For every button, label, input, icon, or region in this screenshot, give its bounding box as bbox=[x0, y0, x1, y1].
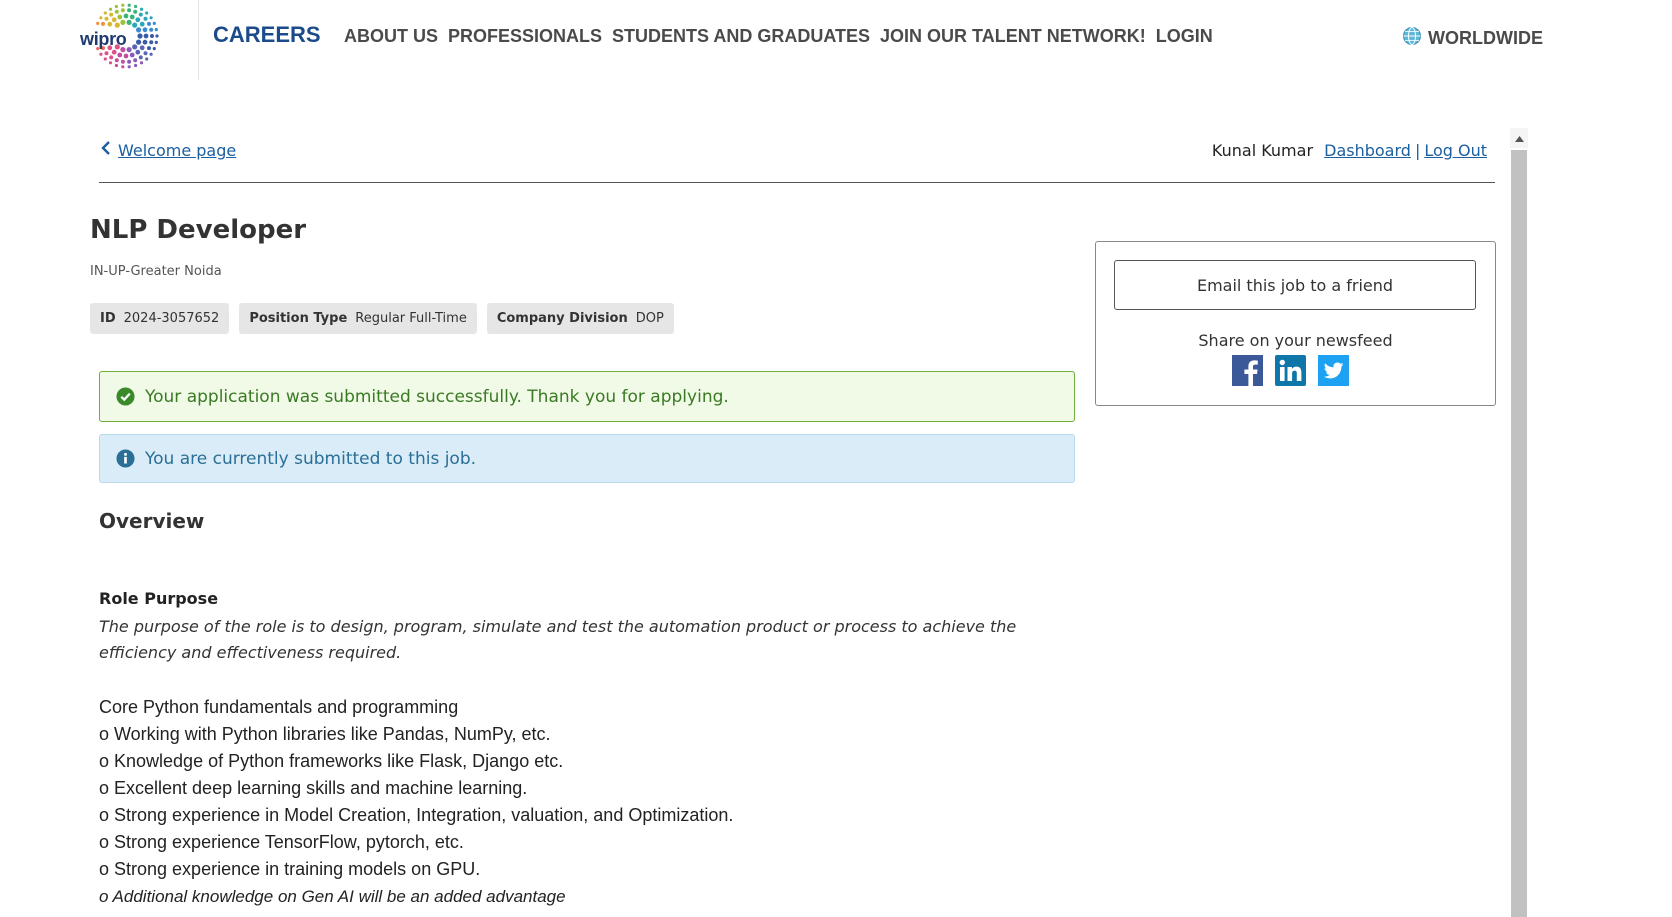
list-item: Core Python fundamentals and programming bbox=[99, 697, 459, 717]
list-item: o Working with Python libraries like Pan… bbox=[99, 724, 551, 744]
back-to-welcome-link[interactable]: Welcome page bbox=[100, 140, 236, 161]
nav-join-talent-network[interactable]: JOIN OUR TALENT NETWORK! bbox=[880, 26, 1146, 47]
region-label: WORLDWIDE bbox=[1428, 28, 1543, 48]
list-item: o Excellent deep learning skills and mac… bbox=[99, 778, 528, 798]
page-scrollbar[interactable] bbox=[1510, 128, 1528, 917]
tag-value: DOP bbox=[635, 311, 664, 326]
linkedin-icon[interactable] bbox=[1275, 355, 1306, 386]
tag-value: 2024-3057652 bbox=[123, 311, 220, 326]
twitter-icon[interactable] bbox=[1318, 355, 1349, 386]
share-panel: Email this job to a friend Share on your… bbox=[1095, 241, 1496, 406]
role-purpose-heading: Role Purpose bbox=[99, 589, 219, 608]
list-item: o Strong experience TensorFlow, pytorch,… bbox=[99, 832, 464, 852]
header-divider bbox=[198, 0, 199, 80]
requirements-list: Core Python fundamentals and programming… bbox=[99, 694, 733, 910]
header-rule bbox=[99, 182, 1495, 183]
info-alert: You are currently submitted to this job. bbox=[99, 434, 1075, 483]
back-link-label: Welcome page bbox=[118, 141, 237, 160]
region-selector[interactable]: WORLDWIDE bbox=[1402, 26, 1543, 51]
logout-link[interactable]: Log Out bbox=[1424, 141, 1487, 160]
nav-login[interactable]: LOGIN bbox=[1156, 26, 1213, 47]
site-header: wipro CAREERS ABOUT US PROFESSIONALS STU… bbox=[0, 0, 1672, 80]
tag-label: Position Type bbox=[249, 311, 348, 326]
triangle-up-icon bbox=[1514, 129, 1524, 147]
success-message: Your application was submitted successfu… bbox=[145, 386, 729, 407]
main-nav: ABOUT US PROFESSIONALS STUDENTS AND GRAD… bbox=[344, 26, 1213, 47]
facebook-icon[interactable] bbox=[1232, 355, 1263, 386]
user-name: Kunal Kumar bbox=[1211, 141, 1314, 160]
list-item: o Strong experience in training models o… bbox=[99, 859, 481, 879]
chevron-left-icon bbox=[100, 140, 112, 161]
tag-company-division: Company Division DOP bbox=[486, 303, 674, 334]
check-circle-icon bbox=[116, 387, 135, 406]
careers-title[interactable]: CAREERS bbox=[213, 22, 321, 48]
job-title: NLP Developer bbox=[90, 215, 307, 245]
job-tags: ID 2024-3057652 Position Type Regular Full… bbox=[90, 303, 674, 334]
tag-id: ID 2024-3057652 bbox=[90, 303, 230, 334]
tag-label: ID bbox=[100, 311, 116, 326]
logo-text: wipro bbox=[80, 29, 127, 49]
share-label: Share on your newsfeed bbox=[1198, 331, 1393, 350]
dashboard-link[interactable]: Dashboard bbox=[1324, 141, 1411, 160]
tag-position-type: Position Type Regular Full-Time bbox=[239, 303, 477, 334]
tag-value: Regular Full-Time bbox=[355, 311, 467, 326]
link-separator: | bbox=[1414, 141, 1421, 160]
list-item: o Additional knowledge on Gen AI will be… bbox=[99, 887, 566, 906]
scroll-up-button[interactable] bbox=[1510, 128, 1528, 148]
globe-icon bbox=[1402, 26, 1422, 51]
info-circle-icon bbox=[116, 449, 135, 468]
social-share-buttons bbox=[1232, 355, 1349, 386]
overview-heading: Overview bbox=[99, 509, 205, 533]
nav-about-us[interactable]: ABOUT US bbox=[344, 26, 438, 47]
success-alert: Your application was submitted successfu… bbox=[99, 371, 1075, 422]
scroll-thumb[interactable] bbox=[1511, 150, 1527, 917]
user-bar: Kunal Kumar Dashboard | Log Out bbox=[1212, 141, 1487, 160]
list-item: o Strong experience in Model Creation, I… bbox=[99, 805, 734, 825]
info-message: You are currently submitted to this job. bbox=[145, 448, 477, 469]
role-purpose-text: The purpose of the role is to design, pr… bbox=[99, 617, 1017, 662]
tag-label: Company Division bbox=[496, 311, 628, 326]
email-job-button[interactable]: Email this job to a friend bbox=[1114, 260, 1476, 310]
nav-students-and-graduates[interactable]: STUDENTS AND GRADUATES bbox=[612, 26, 870, 47]
list-item: o Knowledge of Python frameworks like Fl… bbox=[99, 751, 564, 771]
nav-professionals[interactable]: PROFESSIONALS bbox=[448, 26, 602, 47]
job-location: IN-UP-Greater Noida bbox=[90, 264, 222, 279]
wipro-logo[interactable]: wipro bbox=[78, 3, 160, 73]
